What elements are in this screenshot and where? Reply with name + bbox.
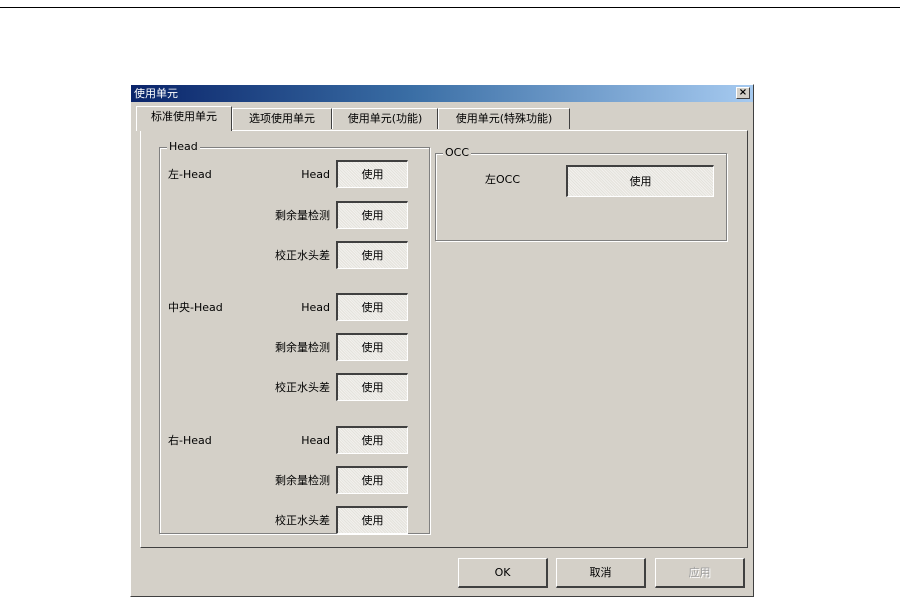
row-label: 剩余量检测	[275, 474, 330, 487]
apply-button[interactable]: 应用	[655, 558, 745, 588]
tab-option-units[interactable]: 选项使用单元	[232, 108, 332, 129]
left-head-head-toggle[interactable]: 使用	[336, 160, 408, 188]
unit-name-left-head: 左-Head	[168, 168, 212, 181]
row-label: 剩余量检测	[275, 209, 330, 222]
row-label: 校正水头差	[275, 514, 330, 527]
cancel-button[interactable]: 取消	[556, 558, 646, 588]
row-label: 剩余量检测	[275, 341, 330, 354]
use-unit-dialog: 使用单元 × 标准使用单元 选项使用单元 使用单元(功能) 使用单元(特殊功能)…	[130, 84, 754, 597]
center-head-remaining-toggle[interactable]: 使用	[336, 333, 408, 361]
tab-standard-units[interactable]: 标准使用单元	[136, 106, 232, 131]
page-top-rule	[0, 7, 900, 8]
occ-groupbox: OCC 左OCC 使用	[435, 146, 727, 241]
right-head-head-toggle[interactable]: 使用	[336, 426, 408, 454]
head-group-title: Head	[167, 140, 200, 154]
tab-panel: Head 左-Head Head 使用 剩余量检测 使用 校正水头差 使用 中央…	[140, 130, 748, 548]
right-head-remaining-toggle[interactable]: 使用	[336, 466, 408, 494]
unit-name-right-head: 右-Head	[168, 434, 212, 447]
row-label: Head	[301, 301, 330, 314]
tab-function-units[interactable]: 使用单元(功能)	[332, 108, 438, 129]
center-head-correction-toggle[interactable]: 使用	[336, 373, 408, 401]
occ-left-label: 左OCC	[485, 173, 521, 186]
row-label: 校正水头差	[275, 249, 330, 262]
head-groupbox: Head 左-Head Head 使用 剩余量检测 使用 校正水头差 使用 中央…	[159, 140, 430, 534]
center-head-head-toggle[interactable]: 使用	[336, 293, 408, 321]
occ-group-title: OCC	[443, 146, 472, 160]
left-head-remaining-toggle[interactable]: 使用	[336, 201, 408, 229]
row-label: Head	[301, 434, 330, 447]
dialog-title: 使用单元	[134, 87, 178, 100]
tab-special-function-units[interactable]: 使用单元(特殊功能)	[438, 108, 570, 129]
unit-name-center-head: 中央-Head	[168, 301, 223, 314]
dialog-titlebar: 使用单元 ×	[131, 85, 753, 102]
ok-button[interactable]: OK	[458, 558, 548, 588]
right-head-correction-toggle[interactable]: 使用	[336, 506, 408, 534]
left-head-correction-toggle[interactable]: 使用	[336, 241, 408, 269]
row-label: 校正水头差	[275, 381, 330, 394]
row-label: Head	[301, 168, 330, 181]
occ-left-toggle[interactable]: 使用	[566, 165, 714, 197]
close-icon[interactable]: ×	[736, 87, 750, 99]
